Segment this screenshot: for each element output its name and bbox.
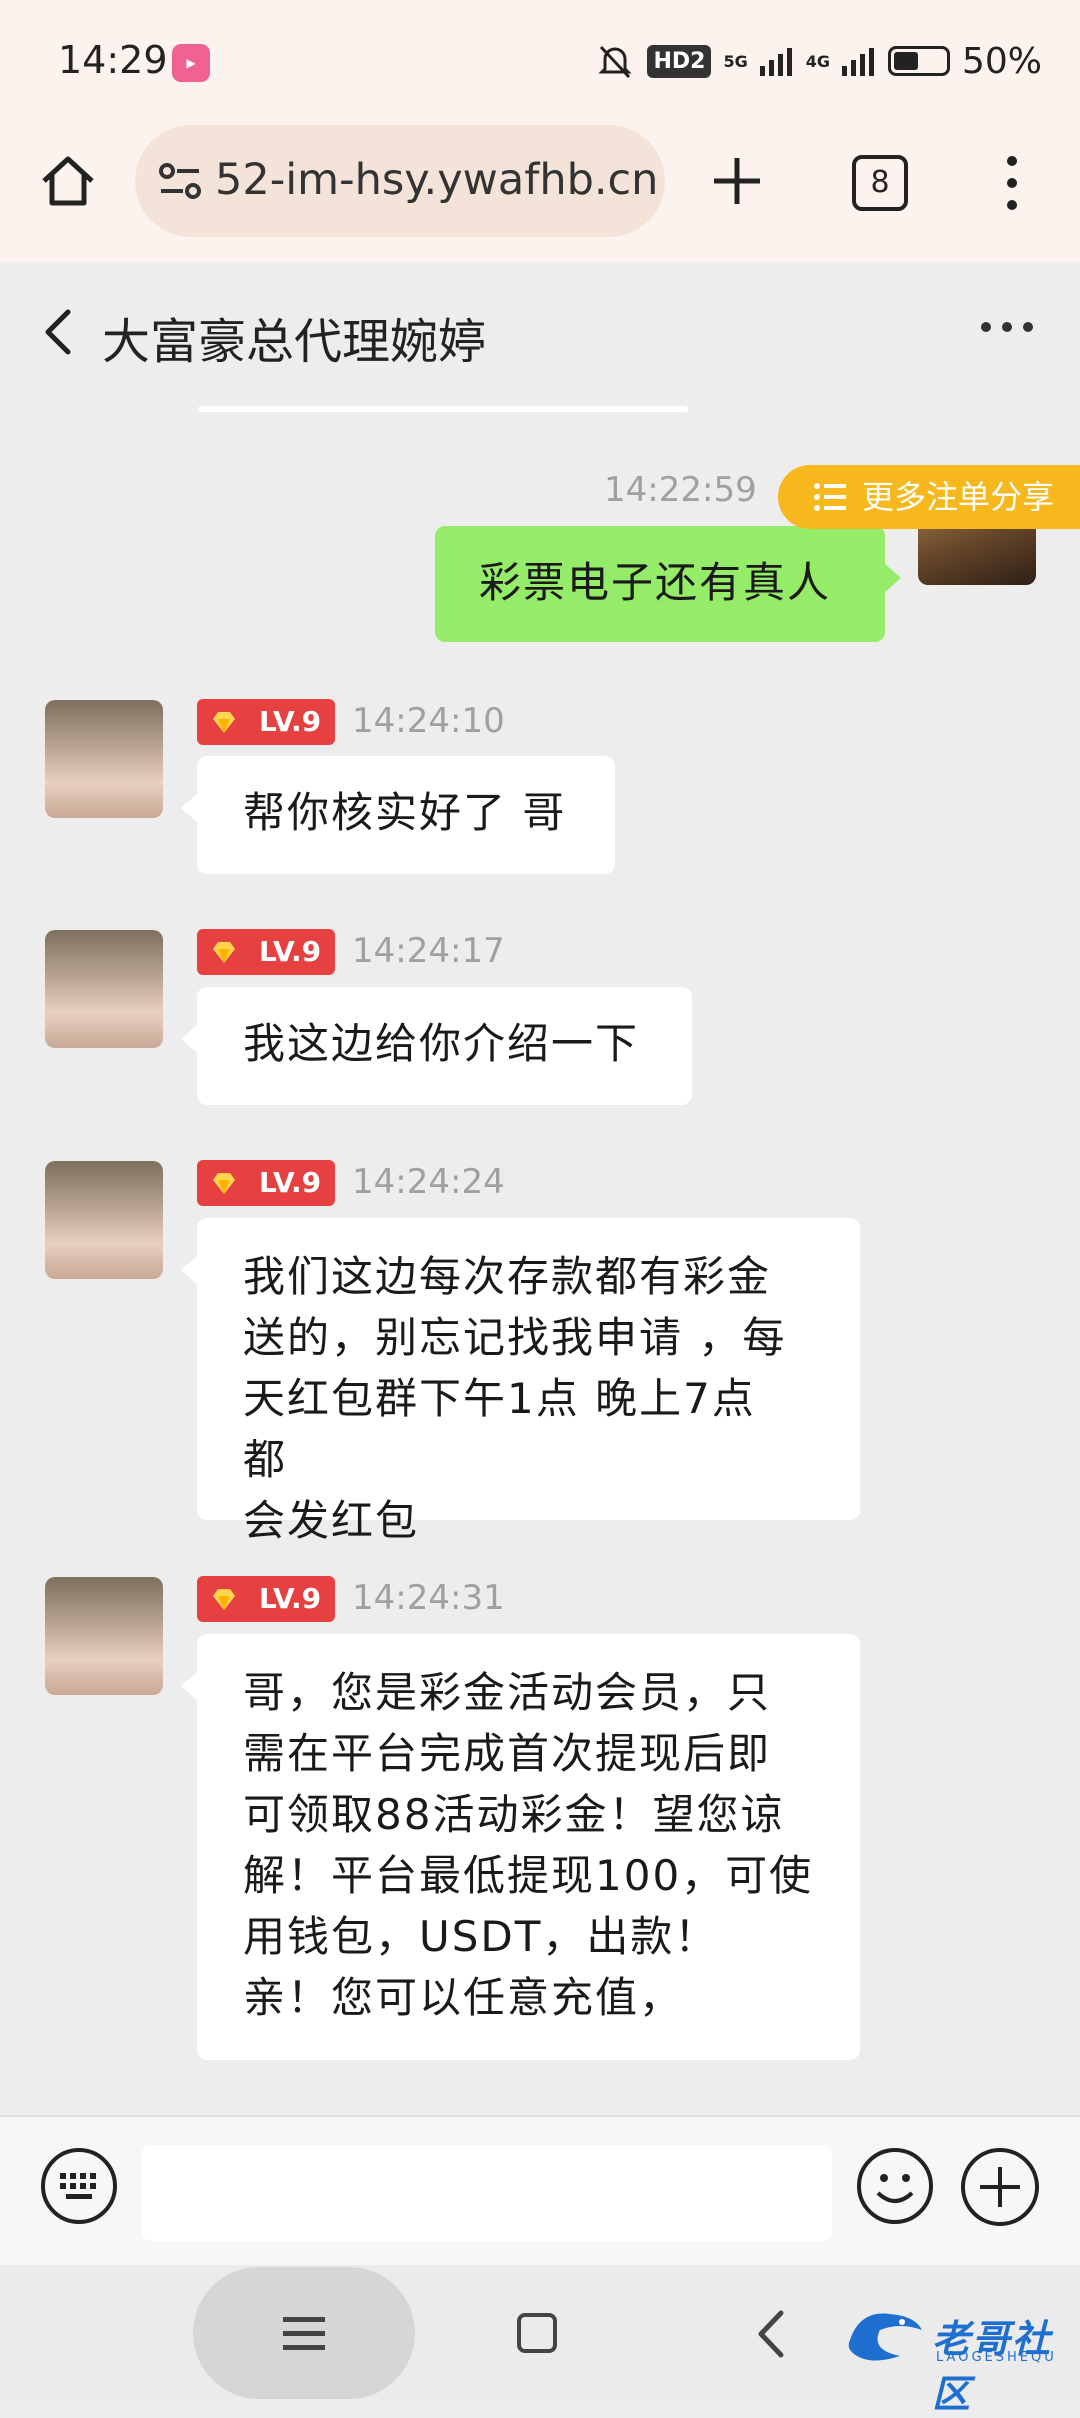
status-icons: HD2 5G 4G 50% [595,38,1042,84]
system-nav-bar: 老哥社区 LAOGESHEQU [0,2265,1080,2416]
keyboard-icon[interactable] [40,2147,118,2225]
level-badge: LV.9 [197,1160,335,1206]
more-options-icon[interactable] [980,320,1034,334]
signal-bars-icon [841,48,874,76]
message-bubble-self[interactable]: 彩票电子还有真人 [435,526,901,642]
agent-avatar[interactable] [45,1161,163,1279]
watermark-subtext: LAOGESHEQU [936,2350,1057,2365]
new-tab-icon[interactable] [710,154,764,208]
previous-message-edge [198,406,688,412]
agent-avatar[interactable] [45,700,163,818]
browser-menu-icon[interactable] [1000,155,1024,211]
watermark-logo: 老哥社区 LAOGESHEQU [840,2300,1065,2416]
agent-avatar[interactable] [45,1577,163,1695]
message-line: 哥，您是彩金活动会员，只 [243,1668,772,1717]
message-input-bar [0,2115,1080,2267]
battery-percent: 50% [961,40,1042,82]
message-time: 14:24:24 [352,1162,505,1202]
message-time: 14:24:17 [352,931,505,971]
hd-icon: HD2 [647,44,712,78]
signal-5g-icon: 5G [723,51,748,71]
message-line: 会发红包 [243,1496,420,1545]
add-attachment-icon[interactable] [960,2147,1040,2227]
signal-4g-icon: 4G [805,51,830,71]
message-line: 天红包群下午1点 晚上7点 都 [243,1374,756,1484]
message-line: 送的，别忘记找我申请 ，每 [243,1313,787,1362]
signal-bars-icon [759,48,792,76]
message-time: 14:24:31 [352,1578,505,1618]
message-time: 14:22:59 [604,470,757,510]
message-line: 可领取88活动彩金！望您谅 [243,1790,785,1839]
mute-bell-icon [598,45,633,79]
tab-switcher-button[interactable]: 8 [852,155,908,211]
more-bet-share-button[interactable]: 更多注单分享 [778,465,1080,529]
message-bubble[interactable]: 我这边给你介绍一下 [181,987,692,1105]
level-badge: LV.9 [197,1576,335,1622]
agent-avatar[interactable] [45,930,163,1048]
browser-toolbar: 52-im-hsy.ywafhb.cn 8 [0,125,1080,264]
message-bubble[interactable]: 帮你核实好了 哥 [181,756,615,874]
message-input[interactable] [142,2145,832,2241]
site-settings-icon[interactable] [157,159,203,205]
emoji-icon[interactable] [856,2147,934,2225]
battery-icon [887,46,950,76]
message-line: 我们这边每次存款都有彩金 [243,1252,772,1301]
list-icon [814,483,846,511]
gem-icon [213,712,235,733]
url-text: 52-im-hsy.ywafhb.cn [215,155,659,205]
nav-home-icon[interactable] [517,2313,557,2353]
status-time: 14:29 [58,38,168,82]
message-time: 14:24:10 [352,701,505,741]
home-icon[interactable] [38,151,98,211]
bilibili-app-icon: ▶ [172,44,210,82]
gem-icon [213,942,235,963]
message-bubble[interactable]: 我们这边每次存款都有彩金 送的，别忘记找我申请 ，每 天红包群下午1点 晚上7点… [181,1218,860,1545]
message-text: 彩票电子还有真人 [479,558,832,607]
menu-icon[interactable] [283,2315,325,2353]
message-line: 用钱包，USDT，出款！ [243,1912,719,1961]
level-badge: LV.9 [197,929,335,975]
gem-icon [213,1173,235,1194]
message-text: 我这边给你介绍一下 [243,1019,640,1068]
message-bubble[interactable]: 哥，您是彩金活动会员，只 需在平台完成首次提现后即 可领取88活动彩金！望您谅 … [181,1634,860,2060]
message-line: 解！平台最低提现100，可使 [243,1851,814,1900]
chat-header: 大富豪总代理婉婷 [0,262,1080,402]
level-badge: LV.9 [197,699,335,745]
url-bar[interactable]: 52-im-hsy.ywafhb.cn [135,125,665,237]
message-line: 需在平台完成首次提现后即 [243,1729,772,1778]
chat-title: 大富豪总代理婉婷 [102,314,487,370]
nav-back-icon[interactable] [755,2309,785,2359]
status-bar: 14:29 ▶ HD2 5G 4G 50% [0,0,1080,125]
message-line: 亲！您可以任意充值， [243,1973,684,2022]
share-button-label: 更多注单分享 [862,478,1055,516]
back-icon[interactable] [40,306,76,358]
gem-icon [213,1589,235,1610]
message-text: 帮你核实好了 哥 [243,788,567,837]
dragon-logo-icon [848,2313,922,2361]
